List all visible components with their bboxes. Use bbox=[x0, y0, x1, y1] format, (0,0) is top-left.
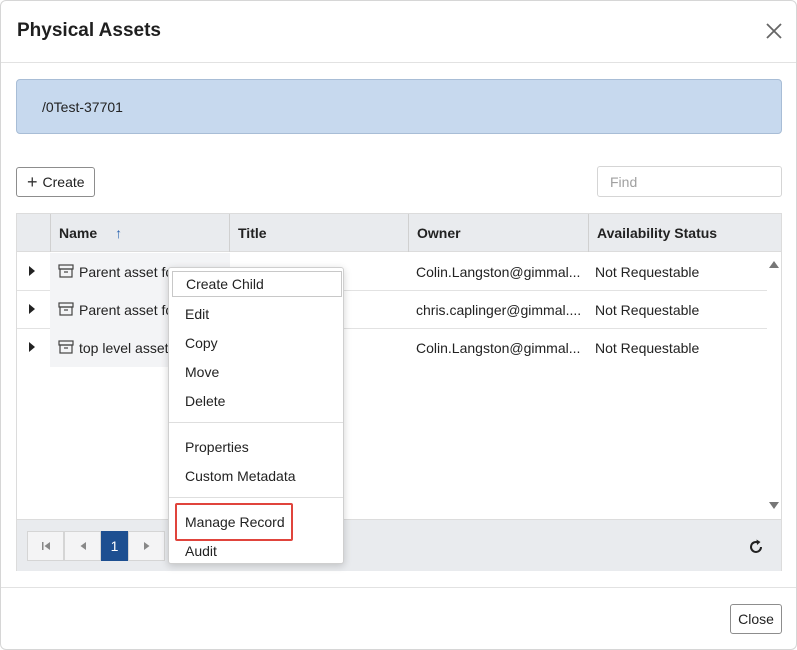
row-name: top level asset bbox=[79, 340, 169, 356]
next-page-button[interactable] bbox=[128, 531, 165, 561]
first-page-button[interactable] bbox=[27, 531, 64, 561]
close-button[interactable]: Close bbox=[730, 604, 782, 634]
table-row[interactable]: top level asset Colin.Langston@gimmal...… bbox=[17, 329, 767, 367]
menu-separator bbox=[169, 497, 343, 498]
column-title-label: Title bbox=[238, 225, 267, 241]
column-header-owner[interactable]: Owner bbox=[408, 214, 588, 252]
expand-arrow-icon[interactable] bbox=[29, 266, 35, 276]
row-status: Not Requestable bbox=[595, 340, 700, 356]
table-row[interactable]: Parent asset for 37734 Colin.Langston@gi… bbox=[17, 253, 767, 291]
row-owner: Colin.Langston@gimmal... bbox=[416, 340, 581, 356]
page-1-button[interactable]: 1 bbox=[101, 531, 128, 561]
plus-icon: + bbox=[27, 172, 38, 192]
footer-divider bbox=[1, 587, 796, 588]
physical-assets-dialog: Physical Assets /0Test-37701 + Create Na… bbox=[0, 0, 797, 650]
assets-grid: Name ↑ Title Owner Availability Status Pa… bbox=[16, 213, 782, 571]
menu-separator bbox=[169, 422, 343, 423]
create-button[interactable]: + Create bbox=[16, 167, 95, 197]
previous-page-icon bbox=[80, 542, 86, 550]
row-status: Not Requestable bbox=[595, 264, 700, 280]
column-header-title[interactable]: Title bbox=[229, 214, 408, 252]
refresh-icon[interactable] bbox=[746, 537, 766, 557]
row-owner: chris.caplinger@gimmal.... bbox=[416, 302, 582, 318]
expand-arrow-icon[interactable] bbox=[29, 304, 35, 314]
menu-item-properties[interactable]: Properties bbox=[169, 433, 343, 461]
column-availability-label: Availability Status bbox=[597, 225, 718, 241]
dialog-title: Physical Assets bbox=[17, 20, 161, 41]
menu-item-delete[interactable]: Delete bbox=[169, 387, 343, 415]
menu-item-move[interactable]: Move bbox=[169, 358, 343, 386]
column-header-name[interactable]: Name ↑ bbox=[50, 214, 229, 252]
row-owner: Colin.Langston@gimmal... bbox=[416, 264, 581, 280]
menu-item-create-child[interactable]: Create Child bbox=[172, 271, 342, 297]
path-breadcrumb: /0Test-37701 bbox=[16, 79, 782, 134]
column-header-availability[interactable]: Availability Status bbox=[588, 214, 782, 252]
sort-ascending-icon: ↑ bbox=[115, 225, 123, 241]
menu-item-edit[interactable]: Edit bbox=[169, 300, 343, 328]
table-row[interactable]: Parent asset for 37734 chris.caplinger@g… bbox=[17, 291, 767, 329]
path-text: /0Test-37701 bbox=[42, 99, 123, 115]
first-page-icon bbox=[41, 542, 50, 550]
pager: 1 bbox=[17, 519, 781, 571]
archive-box-icon bbox=[58, 302, 74, 316]
dialog-header: Physical Assets bbox=[1, 1, 796, 63]
row-status: Not Requestable bbox=[595, 302, 700, 318]
archive-box-icon bbox=[58, 264, 74, 278]
create-button-label: Create bbox=[42, 174, 85, 190]
expand-arrow-icon[interactable] bbox=[29, 342, 35, 352]
menu-item-copy[interactable]: Copy bbox=[169, 329, 343, 357]
context-menu: Create Child Edit Copy Move Delete Prope… bbox=[168, 267, 344, 564]
column-name-label: Name bbox=[59, 225, 98, 241]
previous-page-button[interactable] bbox=[64, 531, 101, 561]
menu-item-manage-record[interactable]: Manage Record bbox=[169, 508, 343, 536]
archive-box-icon bbox=[58, 340, 74, 354]
menu-item-audit[interactable]: Audit bbox=[169, 537, 343, 565]
next-page-icon bbox=[143, 542, 149, 550]
scroll-down-arrow-icon[interactable] bbox=[769, 502, 779, 509]
column-owner-label: Owner bbox=[417, 225, 461, 241]
scroll-up-arrow-icon[interactable] bbox=[769, 261, 779, 268]
find-input[interactable] bbox=[597, 166, 782, 197]
grid-header: Name ↑ Title Owner Availability Status bbox=[17, 214, 781, 252]
close-icon[interactable] bbox=[763, 20, 785, 42]
menu-item-custom-metadata[interactable]: Custom Metadata bbox=[169, 462, 343, 490]
